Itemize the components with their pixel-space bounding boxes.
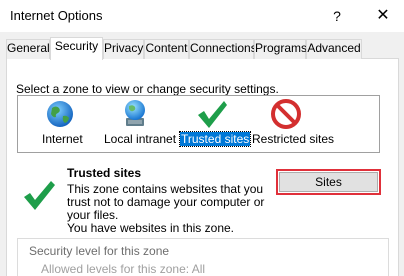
trusted-sites-checkmark-icon [24,181,55,210]
tab-content[interactable]: Content [144,39,189,59]
checkmark-icon [198,101,227,128]
close-button[interactable]: ✕ [364,0,402,32]
window-title: Internet Options [10,8,103,23]
tab-connections[interactable]: Connections [189,39,257,59]
tab-general[interactable]: General [6,39,50,59]
help-button[interactable]: ? [320,0,354,32]
intranet-icon [125,100,145,126]
security-level-legend: Security level for this zone [27,244,172,258]
tab-advanced[interactable]: Advanced [306,39,362,59]
restricted-icon [271,99,301,129]
zone-internet[interactable] [43,98,77,130]
zone-prompt: Select a zone to view or change security… [16,82,279,96]
zone-local-intranet[interactable] [118,98,152,130]
globe-icon [47,101,73,127]
zone-info-title: Trusted sites [67,166,142,180]
zone-label-trusted-sites[interactable]: Trusted sites [178,131,252,147]
zone-label-local-intranet[interactable]: Local intranet [103,132,177,146]
zone-label-internet[interactable]: Internet [41,132,84,146]
zone-restricted-sites[interactable] [269,98,303,130]
tab-programs[interactable]: Programs [254,39,307,59]
title-bar: Internet Options ? ✕ [0,0,404,32]
tab-security[interactable]: Security [50,37,103,60]
allowed-levels-label: Allowed levels for this zone: All [41,262,206,276]
zone-label-restricted-sites[interactable]: Restricted sites [251,132,335,146]
sites-button[interactable]: Sites [279,172,378,192]
zone-info-line: You have websites in this zone. [67,221,234,235]
zone-info-description: This zone contains websites that you tru… [67,183,267,235]
tab-privacy[interactable]: Privacy [103,39,144,59]
zone-trusted-sites[interactable] [195,98,229,130]
